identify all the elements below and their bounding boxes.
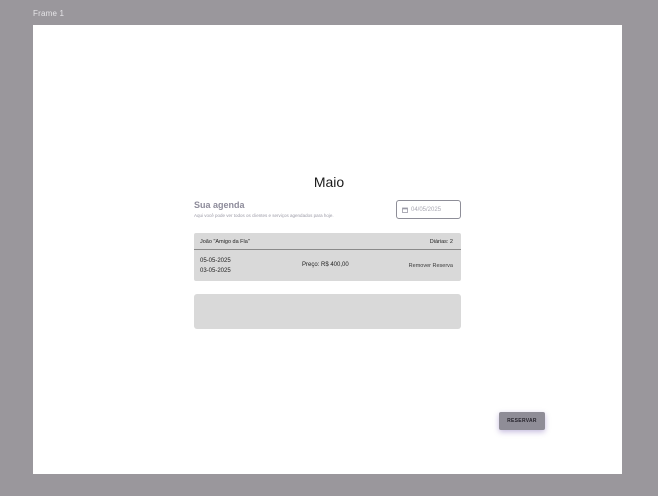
agenda-subtitle: Aqui você pode ver todos os clientes e s…: [194, 213, 334, 218]
diarias-count: Diárias: 2: [429, 239, 453, 245]
remove-reservation-button[interactable]: Remover Reserva: [409, 263, 453, 269]
reserve-button[interactable]: RESERVAR: [499, 412, 545, 430]
empty-reservation-slot: [194, 294, 461, 329]
reservation-card: João "Amigo da Fla" Diárias: 2 05-05-202…: [194, 233, 461, 281]
date-value: 04/05/2025: [411, 206, 442, 213]
month-title: Maio: [313, 174, 345, 190]
reservation-date-start: 05-05-2025: [200, 258, 231, 264]
calendar-icon: [402, 207, 408, 213]
frame-label: Frame 1: [33, 9, 65, 18]
client-name: João "Amigo da Fla": [200, 239, 250, 245]
reservation-date-end: 03-05-2025: [200, 268, 231, 274]
reservation-price: Preço: R$ 400,00: [302, 262, 349, 268]
agenda-title: Sua agenda: [194, 200, 245, 210]
date-picker-input[interactable]: 04/05/2025: [396, 200, 461, 219]
